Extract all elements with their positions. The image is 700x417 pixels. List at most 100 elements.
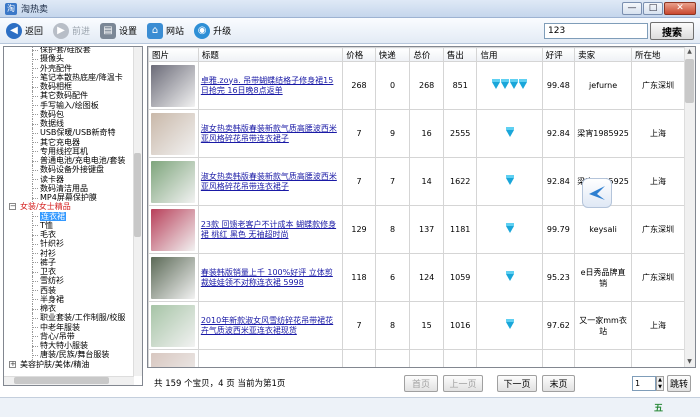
tree-item[interactable]: 背心/吊带 xyxy=(4,331,134,342)
tree-item-label: MP4屏幕保护膜 xyxy=(40,193,97,202)
tree-item[interactable]: 西装 xyxy=(4,285,134,296)
website-button[interactable]: ⌂ 网站 xyxy=(143,20,188,42)
back-button[interactable]: ◀ 返回 xyxy=(2,20,47,42)
tree-item-label: 数据线 xyxy=(40,119,64,128)
product-thumbnail[interactable] xyxy=(151,304,196,347)
tree-item[interactable]: 中老年服装 xyxy=(4,322,134,333)
product-title-link[interactable]: 卓雅.zoya. 吊带蝴蝶结格子修身裙15日抢完 16日晚8点返单 xyxy=(201,76,340,96)
tree-item[interactable]: 读卡器 xyxy=(4,174,134,185)
floating-assistant-button[interactable] xyxy=(582,178,612,208)
first-page-button[interactable]: 首页 xyxy=(404,375,438,392)
tree-item[interactable]: + 美容护肤/美体/精油 xyxy=(4,360,134,369)
column-header[interactable]: 图片 xyxy=(148,47,199,62)
tree-item[interactable]: 唐装/民族/舞台服装 xyxy=(4,350,134,360)
rating-cell: 95.23 xyxy=(541,253,576,302)
column-header[interactable]: 总价 xyxy=(409,47,444,62)
tree-item[interactable]: 棉衣 xyxy=(4,304,134,314)
minimize-button[interactable]: — xyxy=(622,2,642,15)
forward-button[interactable]: ▶ 前进 xyxy=(49,20,94,42)
prev-page-button[interactable]: 上一页 xyxy=(443,375,483,392)
tree-item[interactable]: 职业套装/工作制服/校服 xyxy=(4,313,134,323)
tree-item[interactable]: 数据线 xyxy=(4,119,134,129)
product-title-link[interactable]: 2010年新款淑女风雪纺碎花吊带裙花卉气质波西米亚连衣裙现货 xyxy=(201,316,340,336)
tree-item[interactable]: 普通电池/充电电池/套装 xyxy=(4,156,134,166)
column-header[interactable]: 信用 xyxy=(476,47,543,62)
sold-cell: 1181 xyxy=(442,205,478,254)
diamond-icon xyxy=(505,127,514,137)
tree-item[interactable]: 其它充电器 xyxy=(4,137,134,148)
column-header[interactable]: 标题 xyxy=(197,47,344,62)
close-button[interactable]: ✕ xyxy=(664,2,696,15)
product-title-link[interactable]: 23款 回馈老客户不计成本 蝴蝶款修身裙 桃红 黑色 无袖超时尚 xyxy=(201,220,340,240)
next-page-button[interactable]: 下一页 xyxy=(497,375,537,392)
tree-item[interactable]: 笔记本散热底座/降温卡 xyxy=(4,72,134,83)
scroll-down-icon[interactable]: ▼ xyxy=(685,357,694,367)
product-thumbnail[interactable] xyxy=(151,352,196,367)
tree-item[interactable]: − 女装/女士精品 xyxy=(4,202,134,211)
product-thumbnail[interactable] xyxy=(151,112,196,155)
collapse-icon[interactable]: − xyxy=(9,203,16,211)
table-row[interactable]: 淑女热卖韩版春装新款气质高腰波西米亚风格碎花吊带连衣裙子 7 9 16 2555 92.8… xyxy=(148,109,685,158)
tree-item[interactable]: 保护套/硅胶套 xyxy=(4,47,134,55)
column-header[interactable]: 快递 xyxy=(374,47,411,62)
tree-item-label: 其它充电器 xyxy=(40,137,80,147)
category-tree[interactable]: 保护套/硅胶套 摄像头 外壳配件 笔记本散热底座/降温卡 数码相框 其它数码配件 手写输入/… xyxy=(3,46,143,386)
credit-cell xyxy=(476,157,543,206)
product-thumbnail[interactable] xyxy=(151,160,196,203)
tree-item[interactable]: 摄像头 xyxy=(4,54,134,64)
tree-item[interactable]: 针织衫 xyxy=(4,239,134,249)
tree-vertical-scrollbar[interactable] xyxy=(133,47,142,376)
product-title-link[interactable]: 淑女热卖韩版春装新款气质高腰波西米亚风格碎花吊带连衣裙子 xyxy=(201,172,340,192)
product-thumbnail[interactable] xyxy=(151,64,196,107)
upgrade-button[interactable]: ◉ 升级 xyxy=(190,20,235,42)
tree-item[interactable]: 外壳配件 xyxy=(4,63,134,74)
product-thumbnail[interactable] xyxy=(151,208,196,251)
tree-item[interactable]: 连衣裙 xyxy=(4,211,134,222)
tree-item[interactable]: 数码相框 xyxy=(4,82,134,92)
product-thumbnail[interactable] xyxy=(151,256,196,299)
last-page-button[interactable]: 末页 xyxy=(542,375,575,392)
tree-item[interactable]: 数码包 xyxy=(4,109,134,120)
tree-item[interactable]: 特大特小服装 xyxy=(4,341,134,351)
scroll-up-icon[interactable]: ▲ xyxy=(685,47,694,57)
scroll-thumb[interactable] xyxy=(685,59,694,103)
tree-item-label: 数码清洁用品 xyxy=(40,183,88,193)
table-vertical-scrollbar[interactable]: ▲ ▼ xyxy=(684,47,695,367)
tree-item[interactable]: 裤子 xyxy=(4,257,134,268)
tree-item[interactable]: 其它数码配件 xyxy=(4,91,134,101)
product-title-link[interactable]: 春装韩版销量上千 100%好评 立体剪裁娃娃领不对称连衣裙 5998 xyxy=(201,268,340,288)
column-header[interactable]: 价格 xyxy=(342,47,376,62)
table-row[interactable]: 23款 回馈老客户不计成本 蝴蝶款修身裙 桃红 黑色 无袖超时尚 129 8 137 1… xyxy=(148,205,685,254)
expand-icon[interactable]: + xyxy=(9,360,16,368)
tree-item[interactable]: 雪纺衫 xyxy=(4,276,134,286)
table-row[interactable]: 2010年新款淑女风雪纺碎花吊带裙花卉气质波西米亚连衣裙现货 7 8 15 1016 97… xyxy=(148,301,685,350)
tree-item[interactable]: 专用线控耳机 xyxy=(4,146,134,157)
tree-item[interactable]: 手写输入/绘图板 xyxy=(4,100,134,111)
tree-item[interactable]: USB保暖/USB新奇特 xyxy=(4,128,134,138)
page-spinner[interactable]: ▲ ▼ xyxy=(656,376,664,391)
location-cell: 上海 xyxy=(631,301,685,350)
table-row[interactable]: 春装韩版销量上千 100%好评 立体剪裁娃娃领不对称连衣裙 5998 118 6 12… xyxy=(148,253,685,302)
page-number-input[interactable]: 1 xyxy=(632,376,656,391)
column-header[interactable]: 卖家 xyxy=(574,47,633,62)
tree-item[interactable]: 数码清洁用品 xyxy=(4,183,134,194)
tree-item[interactable]: 衬衫 xyxy=(4,248,134,259)
settings-button[interactable]: ▤ 设置 xyxy=(96,20,141,42)
column-header[interactable]: 所在地 xyxy=(631,47,685,62)
tree-item[interactable]: 卫衣 xyxy=(4,267,134,277)
tree-item[interactable]: 毛衣 xyxy=(4,230,134,240)
column-header[interactable]: 好评 xyxy=(541,47,576,62)
search-input[interactable] xyxy=(544,23,648,39)
tree-item[interactable]: 数码设备外接键盘 xyxy=(4,165,134,175)
tree-item[interactable]: T恤 xyxy=(4,220,134,231)
tree-horizontal-scrollbar[interactable] xyxy=(4,376,134,385)
maximize-button[interactable]: □ xyxy=(643,2,663,15)
product-title-link[interactable]: 淑女热卖韩版春装新款气质高腰波西米亚风格碎花吊带连衣裙子 xyxy=(201,124,340,144)
tree-item[interactable]: 半身裙 xyxy=(4,294,134,305)
column-header[interactable]: 售出 xyxy=(442,47,478,62)
table-row[interactable]: （特价秒）雪●风雪纺长裙波西米亚风 xyxy=(148,349,685,367)
table-row[interactable]: 卓雅.zoya. 吊带蝴蝶结格子修身裙15日抢完 16日晚8点返单 268 0 268… xyxy=(148,61,685,110)
jump-button[interactable]: 跳转 xyxy=(667,375,691,392)
search-button[interactable]: 搜索 xyxy=(650,22,694,40)
tree-item[interactable]: MP4屏幕保护膜 xyxy=(4,193,134,203)
